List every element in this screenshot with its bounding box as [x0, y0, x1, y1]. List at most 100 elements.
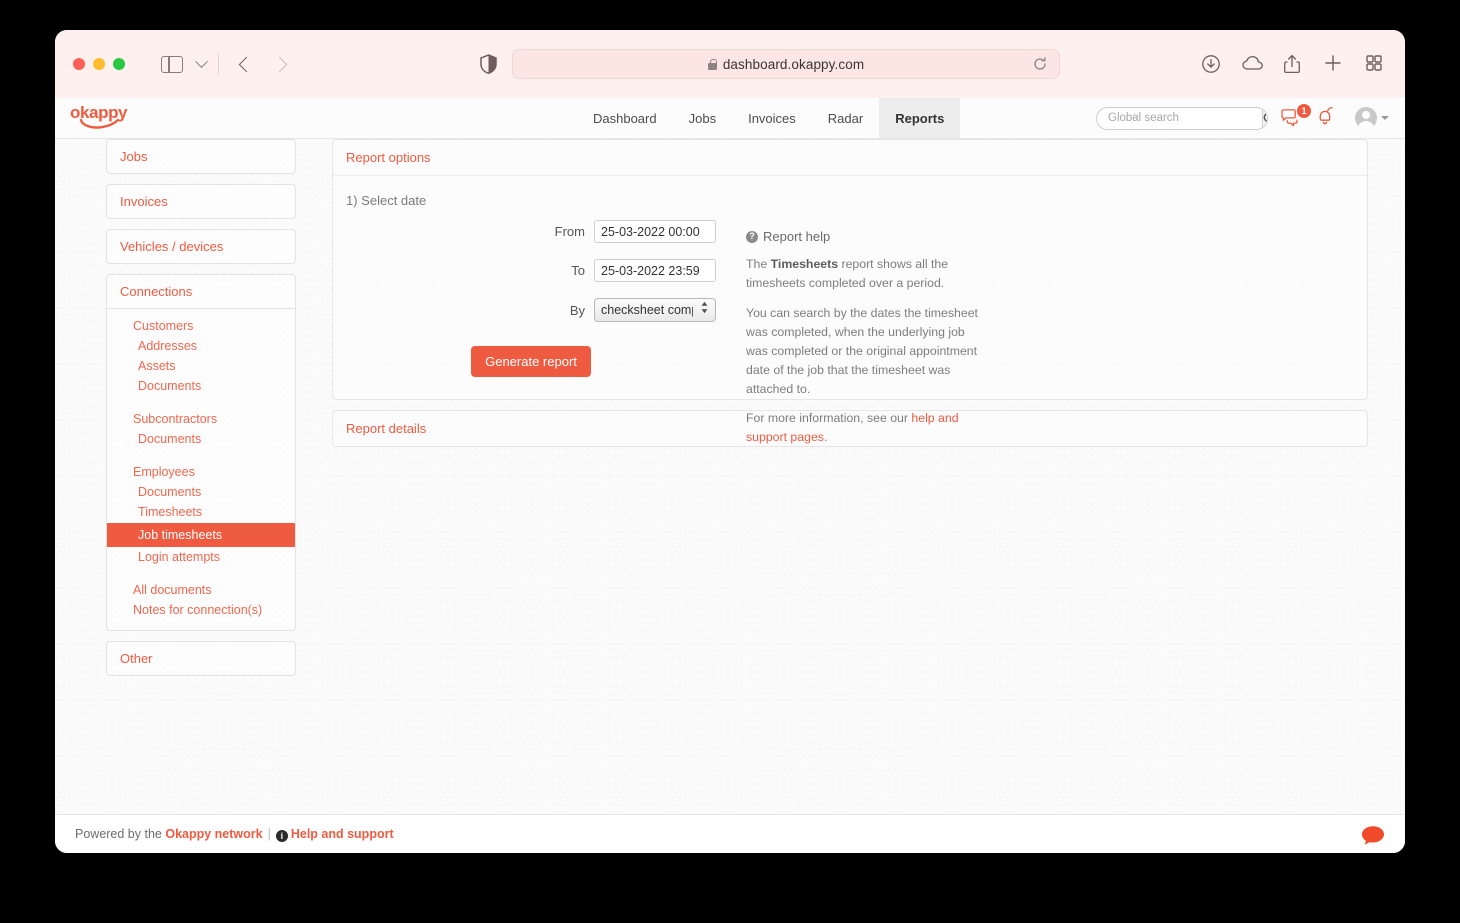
- sidebar-item-notes-for-connections[interactable]: Notes for connection(s): [107, 600, 295, 620]
- nav-item-dashboard[interactable]: Dashboard: [577, 98, 673, 138]
- privacy-shield-icon[interactable]: [480, 54, 497, 75]
- report-help-title-text: Report help: [763, 229, 831, 244]
- header-actions: 1: [1096, 98, 1389, 138]
- downloads-icon[interactable]: [1201, 54, 1221, 74]
- notifications-button[interactable]: [1316, 106, 1335, 130]
- browser-window: dashboard.okappy.com okappy Dashboard Jo…: [55, 30, 1405, 853]
- chat-bubble-icon: [1362, 825, 1384, 845]
- footer-help-and-support-link[interactable]: Help and support: [291, 827, 394, 841]
- okappy-logo[interactable]: okappy: [55, 98, 155, 138]
- navigation-controls: [125, 54, 288, 74]
- sidebar-item-customer-documents[interactable]: Documents: [107, 376, 295, 396]
- footer-brand: Okappy network: [165, 827, 263, 841]
- from-field-row: From: [346, 220, 716, 243]
- footer-separator: |: [267, 827, 271, 841]
- to-date-input[interactable]: [594, 259, 716, 282]
- sidebar-panel-other[interactable]: Other: [106, 641, 296, 676]
- question-mark-icon: ?: [746, 230, 758, 243]
- by-select-wrap: checksheet completed date: [594, 298, 716, 322]
- reload-icon[interactable]: [1033, 57, 1047, 71]
- icloud-icon[interactable]: [1242, 54, 1263, 74]
- generate-report-button[interactable]: Generate report: [471, 346, 591, 377]
- search-icon: [1263, 112, 1267, 122]
- messages-badge: 1: [1297, 104, 1311, 118]
- sidebar-panel-invoices[interactable]: Invoices: [106, 184, 296, 219]
- sidebar-item-login-attempts[interactable]: Login attempts: [107, 547, 295, 567]
- to-field-row: To: [346, 259, 716, 282]
- messages-button[interactable]: 1: [1281, 104, 1311, 127]
- sidebar-panel-connections: Connections Customers Addresses Assets D…: [106, 274, 296, 631]
- search-input[interactable]: [1097, 107, 1262, 129]
- sidebar-connections-submenu: Customers Addresses Assets Documents Sub…: [107, 308, 295, 630]
- sidebar-item-jobs[interactable]: Jobs: [107, 140, 295, 173]
- app-header: okappy Dashboard Jobs Invoices Radar Rep…: [55, 98, 1405, 139]
- nav-item-reports[interactable]: Reports: [879, 98, 961, 138]
- share-icon[interactable]: [1283, 54, 1303, 74]
- report-help-paragraph-2: You can search by the dates the timeshee…: [746, 305, 978, 396]
- sidebar-toggle-icon[interactable]: [161, 55, 183, 73]
- step-label: 1) Select date: [346, 193, 427, 208]
- from-label: From: [554, 224, 585, 239]
- user-menu[interactable]: [1355, 107, 1389, 129]
- svg-text:okappy: okappy: [70, 104, 128, 122]
- notifications-icon: [1319, 107, 1333, 125]
- main-navigation: Dashboard Jobs Invoices Radar Reports: [577, 98, 961, 138]
- sidebar-item-connections[interactable]: Connections: [107, 275, 295, 308]
- sidebar-item-timesheets[interactable]: Timesheets: [107, 502, 295, 522]
- sidebar-panel-vehicles[interactable]: Vehicles / devices: [106, 229, 296, 264]
- browser-toolbar-actions: [1201, 54, 1385, 74]
- forward-arrow-icon[interactable]: [271, 56, 288, 72]
- report-options-card: Report options 1) Select date From To: [332, 139, 1368, 444]
- address-bar[interactable]: dashboard.okappy.com: [512, 49, 1060, 79]
- new-tab-icon[interactable]: [1324, 54, 1344, 74]
- report-help-title: ? Report help: [746, 229, 978, 244]
- browser-toolbar: dashboard.okappy.com: [55, 30, 1405, 98]
- toolbar-divider: [218, 54, 219, 74]
- sidebar-item-employee-documents[interactable]: Documents: [107, 482, 295, 502]
- search-button[interactable]: [1262, 107, 1267, 129]
- sidebar-item-employees[interactable]: Employees: [107, 462, 295, 482]
- to-label: To: [571, 263, 585, 278]
- sidebar-item-assets[interactable]: Assets: [107, 356, 295, 376]
- sidebar-item-customers[interactable]: Customers: [107, 316, 295, 336]
- sidebar-item-subcontractor-documents[interactable]: Documents: [107, 429, 295, 449]
- sidebar-item-job-timesheets[interactable]: Job timesheets: [107, 523, 295, 547]
- report-help-paragraph-3: For more information, see our help and s…: [746, 409, 978, 447]
- from-date-input[interactable]: [594, 220, 716, 243]
- report-help: ? Report help The Timesheets report show…: [746, 229, 978, 458]
- sidebar-item-addresses[interactable]: Addresses: [107, 336, 295, 356]
- close-window-button[interactable]: [73, 58, 85, 70]
- nav-item-invoices[interactable]: Invoices: [732, 98, 812, 138]
- report-options-title[interactable]: Report options: [333, 140, 1367, 176]
- back-arrow-icon[interactable]: [238, 56, 255, 72]
- chat-support-button[interactable]: [1361, 825, 1384, 845]
- page-body: Jobs Invoices Vehicles / devices Connect…: [55, 139, 1405, 814]
- chevron-down-icon[interactable]: [195, 54, 208, 68]
- nav-item-jobs[interactable]: Jobs: [673, 98, 732, 138]
- sidebar-item-other[interactable]: Other: [107, 642, 295, 675]
- date-form: From To By checksheet completed date: [346, 220, 716, 377]
- sidebar-item-subcontractors[interactable]: Subcontractors: [107, 409, 295, 429]
- caret-down-icon: [1381, 116, 1389, 120]
- help-p3-post: .: [823, 430, 828, 445]
- help-p3-pre: For more information, see our: [746, 411, 912, 426]
- minimize-window-button[interactable]: [93, 58, 105, 70]
- sidebar-item-all-documents[interactable]: All documents: [107, 580, 295, 600]
- tab-overview-icon[interactable]: [1365, 54, 1385, 74]
- sidebar-item-vehicles-devices[interactable]: Vehicles / devices: [107, 230, 295, 263]
- sidebar-item-invoices[interactable]: Invoices: [107, 185, 295, 218]
- help-p1-bold: Timesheets: [770, 257, 839, 271]
- logo-icon: okappy: [70, 104, 128, 129]
- footer-powered-by: Powered by the Okappy network | i Help and …: [75, 827, 394, 842]
- sidebar-panel-jobs[interactable]: Jobs: [106, 139, 296, 174]
- report-options-body: 1) Select date From To By: [333, 176, 1367, 444]
- lock-icon: [707, 58, 718, 70]
- by-select[interactable]: checksheet completed date: [594, 298, 716, 322]
- maximize-window-button[interactable]: [113, 58, 125, 70]
- nav-item-radar[interactable]: Radar: [812, 98, 879, 138]
- global-search[interactable]: [1096, 106, 1268, 130]
- info-icon: i: [275, 830, 288, 842]
